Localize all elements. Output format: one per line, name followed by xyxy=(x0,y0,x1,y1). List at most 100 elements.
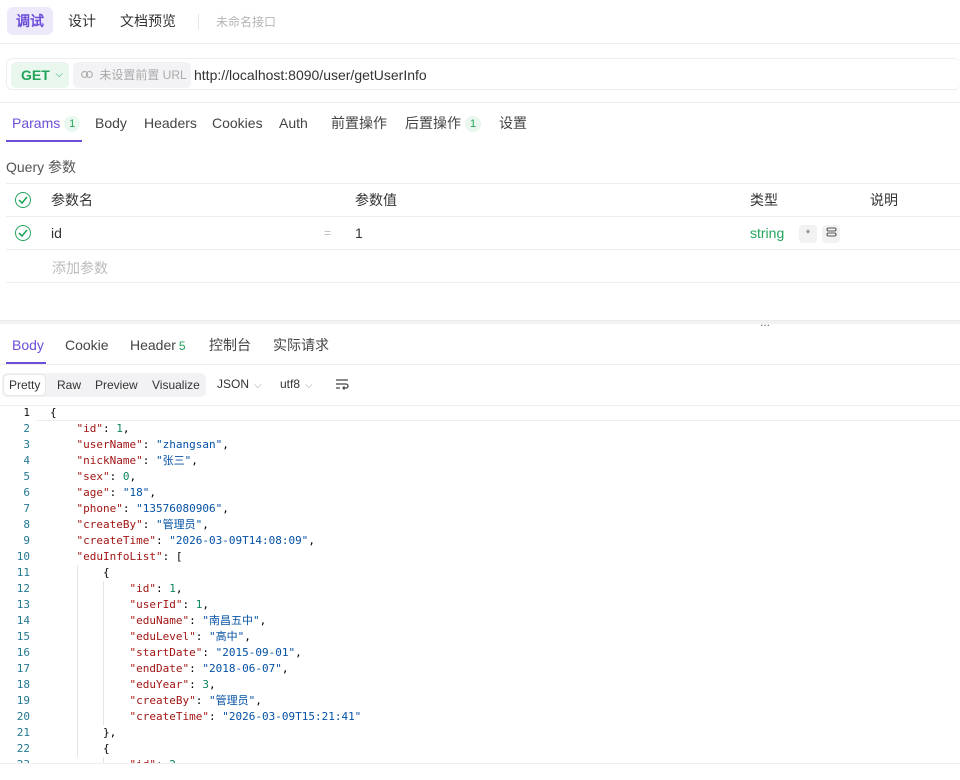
line-number: 12 xyxy=(16,582,30,595)
word-wrap-icon[interactable] xyxy=(334,376,350,392)
params-table-header: 参数名 参数值 类型 说明 xyxy=(6,184,960,217)
visualize-button[interactable]: Visualize xyxy=(147,375,205,395)
code-line: 10 "eduInfoList": [ xyxy=(0,549,960,565)
json-punctuation: : xyxy=(202,646,216,659)
line-number: 20 xyxy=(16,710,30,723)
code-text: "createBy": "管理员", xyxy=(77,517,209,533)
prefix-url-button[interactable]: 未设置前置 URL xyxy=(73,62,191,88)
active-tab-indicator xyxy=(6,140,82,142)
json-key: "createTime" xyxy=(129,710,209,723)
param-value-input[interactable]: 1 xyxy=(355,217,363,250)
tab-post-processors[interactable]: 后置操作 1 xyxy=(405,107,481,141)
col-param-name: 参数名 xyxy=(51,192,93,208)
tab-label: 后置操作 xyxy=(405,115,461,131)
json-punctuation: , xyxy=(208,678,216,691)
url-input[interactable]: http://localhost:8090/user/getUserInfo xyxy=(194,59,427,91)
line-number: 1 xyxy=(23,406,30,419)
tab-response-header[interactable]: Header 5 xyxy=(130,329,186,363)
tab-pre-processors[interactable]: 前置操作 xyxy=(331,107,387,141)
json-number: 0 xyxy=(122,470,130,483)
json-punctuation: , xyxy=(295,646,302,659)
tab-console[interactable]: 控制台 xyxy=(209,329,251,363)
code-text: "phone": "13576080906", xyxy=(77,501,229,517)
json-punctuation: : xyxy=(122,502,137,515)
tab-params[interactable]: Params 1 xyxy=(12,107,81,141)
select-all-checkbox[interactable] xyxy=(15,192,31,208)
code-line: 9 "createTime": "2026-03-09T14:08:09", xyxy=(0,533,960,549)
tab-body[interactable]: Body xyxy=(95,107,127,141)
tab-design[interactable]: 设计 xyxy=(59,7,105,35)
json-string: "2018-06-07" xyxy=(202,662,282,675)
format-select-value: JSON xyxy=(217,377,250,391)
line-number: 13 xyxy=(16,598,30,611)
tab-headers[interactable]: Headers xyxy=(144,107,197,141)
tab-debug[interactable]: 调试 xyxy=(7,7,53,35)
tab-settings[interactable]: 设置 xyxy=(499,107,527,141)
raw-button[interactable]: Raw xyxy=(52,375,86,395)
json-punctuation: { xyxy=(103,566,110,579)
code-line: 14 "eduName": "南昌五中", xyxy=(0,613,960,629)
param-settings-icon[interactable] xyxy=(822,225,840,243)
code-text: { xyxy=(50,405,57,421)
line-number: 5 xyxy=(23,470,30,483)
param-name-input[interactable]: id xyxy=(51,217,62,250)
json-string: "管理员" xyxy=(208,694,256,707)
json-punctuation: , xyxy=(149,486,156,499)
code-text: { xyxy=(103,741,110,757)
json-punctuation: , xyxy=(222,502,229,515)
json-punctuation: , xyxy=(175,582,183,595)
json-key: "endDate" xyxy=(129,662,190,675)
format-select[interactable]: JSON ⌵ xyxy=(217,377,262,391)
json-string: "13576080906" xyxy=(136,502,223,515)
col-param-value: 参数值 xyxy=(355,192,397,208)
tab-response-body[interactable]: Body xyxy=(12,329,44,363)
method-label: GET xyxy=(21,67,50,83)
chevron-down-icon: ⌵ xyxy=(254,380,262,391)
json-string: "管理员" xyxy=(155,518,203,531)
json-punctuation: { xyxy=(103,742,110,755)
chevron-down-icon: ⌵ xyxy=(55,69,63,80)
json-punctuation: , xyxy=(222,438,229,451)
json-key: "id" xyxy=(76,422,104,435)
encoding-select[interactable]: utf8 ⌵ xyxy=(280,377,313,391)
col-description: 说明 xyxy=(870,192,898,208)
code-line: 3 "userName": "zhangsan", xyxy=(0,437,960,453)
code-line: 18 "eduYear": 3, xyxy=(0,677,960,693)
tab-cookies[interactable]: Cookies xyxy=(212,107,263,141)
required-toggle[interactable]: * xyxy=(799,225,817,243)
tab-doc-preview[interactable]: 文档预览 xyxy=(111,7,185,35)
preview-button[interactable]: Preview xyxy=(90,375,143,395)
response-code-editor[interactable]: 1{2 "id": 1, 3 "userName": "zhangsan", 4 "nic… xyxy=(0,405,960,763)
json-punctuation: , xyxy=(281,662,289,675)
method-select[interactable]: GET ⌵ xyxy=(11,62,69,88)
row-enable-checkbox[interactable] xyxy=(15,225,31,241)
json-punctuation: , xyxy=(129,470,137,483)
json-punctuation: : xyxy=(109,486,123,499)
tab-response-cookie[interactable]: Cookie xyxy=(65,329,109,363)
json-key: "id" xyxy=(129,582,157,595)
json-punctuation: : xyxy=(195,630,209,643)
tab-actual-request[interactable]: 实际请求 xyxy=(273,329,329,363)
param-type-select[interactable]: string xyxy=(750,217,784,250)
json-punctuation: : xyxy=(189,662,203,675)
code-line: 8 "createBy": "管理员", xyxy=(0,517,960,533)
json-string: "18" xyxy=(122,486,150,499)
code-line: 4 "nickName": "张三", xyxy=(0,453,960,469)
json-punctuation: : xyxy=(182,598,196,611)
json-punctuation: , xyxy=(244,630,251,643)
tab-auth[interactable]: Auth xyxy=(279,107,308,141)
json-punctuation: , xyxy=(259,614,267,627)
drag-handle-icon[interactable]: ... xyxy=(760,315,770,329)
add-param-input[interactable]: 添加参数 xyxy=(52,258,108,278)
code-text: "age": "18", xyxy=(77,485,157,501)
split-handle-bar[interactable] xyxy=(0,320,960,324)
code-line: 7 "phone": "13576080906", xyxy=(0,501,960,517)
json-key: "eduYear" xyxy=(129,678,190,691)
json-key: "nickName" xyxy=(76,454,143,467)
code-text: "id": 1, xyxy=(130,581,183,597)
col-type: 类型 xyxy=(750,192,778,208)
json-key: "phone" xyxy=(76,502,123,515)
pretty-button[interactable]: Pretty xyxy=(4,375,46,395)
interface-name[interactable]: 未命名接口 xyxy=(216,13,276,30)
code-text: "endDate": "2018-06-07", xyxy=(130,661,289,677)
